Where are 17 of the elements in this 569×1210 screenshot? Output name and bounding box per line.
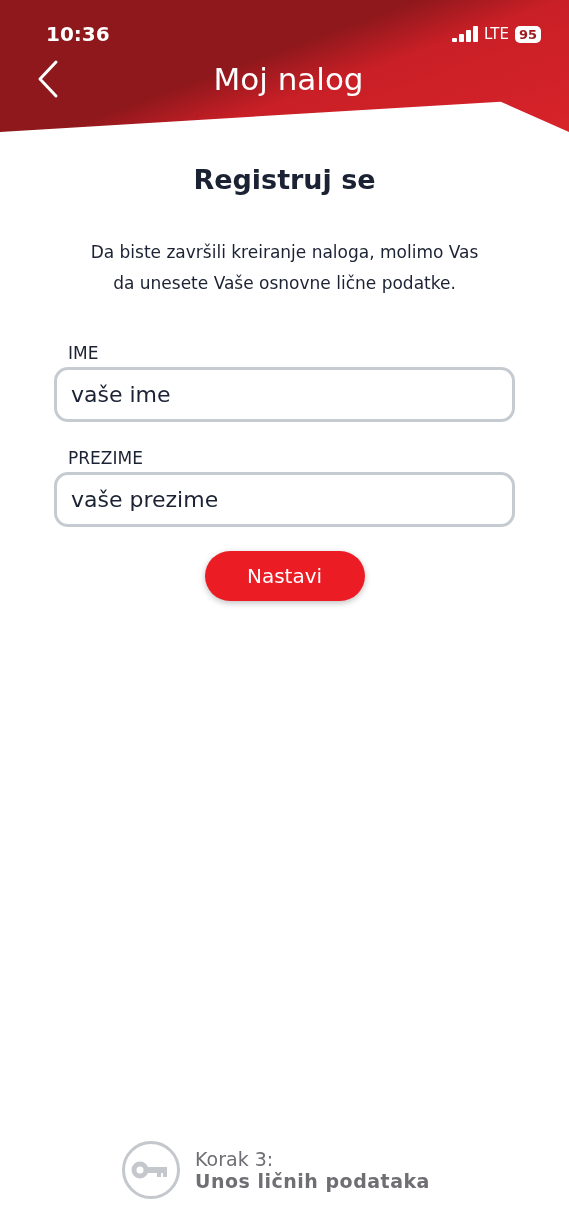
status-time: 10:36	[46, 22, 110, 46]
network-label: LTE	[483, 25, 509, 43]
field-label: PREZIME	[67, 448, 144, 468]
input-field[interactable]: vaše prezime	[54, 472, 515, 527]
battery-level: 95	[514, 25, 541, 43]
screen-title: Moj nalog	[212, 61, 365, 97]
back-button[interactable]	[36, 59, 60, 99]
step-label: Korak 3:	[195, 1148, 275, 1170]
intro-text: Da biste završili kreiranje naloga, molimo Vas da unesete Vaše osnovne lične podatke.	[89, 241, 480, 295]
field-label: IME	[67, 343, 100, 363]
page-heading: Registruj se	[193, 164, 376, 195]
back-icon	[36, 59, 60, 99]
continue-button[interactable]: Nastavi	[204, 551, 365, 601]
input-field[interactable]: vaše ime	[54, 367, 515, 422]
key-icon	[121, 1140, 182, 1200]
step-title: Unos ličnih podataka	[195, 1170, 430, 1192]
signal-icon	[451, 26, 478, 42]
